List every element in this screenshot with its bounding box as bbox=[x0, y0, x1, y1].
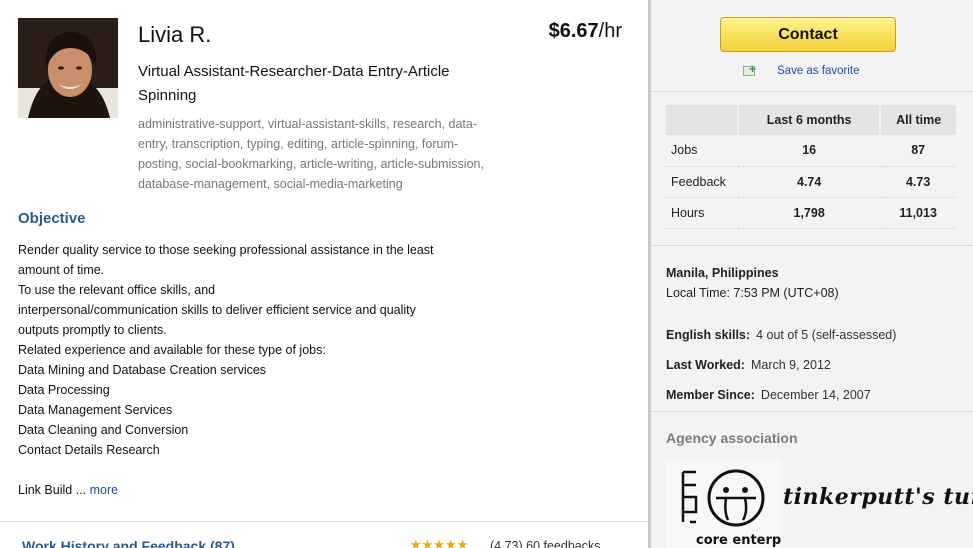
objective-line: Data Cleaning and Conversion bbox=[18, 423, 189, 437]
table-row: Feedback 4.74 4.73 bbox=[666, 166, 956, 198]
save-favorite-label[interactable]: Save as favorite bbox=[777, 65, 859, 77]
table-row: Hours 1,798 11,013 bbox=[666, 197, 956, 229]
sidebar-divider bbox=[651, 411, 973, 412]
contact-button[interactable]: Contact bbox=[720, 17, 896, 52]
objective-line: amount of time. bbox=[18, 263, 105, 277]
add-favorite-icon: + bbox=[743, 63, 759, 78]
objective-line: Data Mining and Database Creation servic… bbox=[18, 363, 267, 377]
stats-row-label: Jobs bbox=[666, 135, 738, 167]
objective-line: outputs promptly to clients. bbox=[18, 323, 167, 337]
english-skills-label: English skills: bbox=[666, 328, 751, 342]
skills-list: administrative-support, virtual-assistan… bbox=[138, 117, 484, 191]
agency-name[interactable]: tinkerputt's turf bbox=[783, 484, 973, 510]
objective-line: interpersonal/communication skills to de… bbox=[18, 303, 416, 317]
table-row: Jobs 16 87 bbox=[666, 135, 956, 167]
profile-photo-image bbox=[18, 18, 118, 118]
sidebar-divider bbox=[651, 245, 973, 246]
hourly-rate-amount: $6.67 bbox=[548, 20, 599, 42]
profile-headline: Virtual Assistant-Researcher-Data Entry-… bbox=[138, 63, 450, 104]
objective-text: Render quality service to those seeking … bbox=[18, 240, 468, 460]
local-time: Local Time: 7:53 PM (UTC+08) bbox=[666, 286, 839, 300]
stats-last6-value: 4.74 bbox=[738, 166, 881, 198]
english-skills-row: English skills: 4 out of 5 (self-assessed… bbox=[666, 328, 896, 342]
last-worked-value: March 9, 2012 bbox=[750, 358, 831, 372]
objective-line: Data Management Services bbox=[18, 403, 173, 417]
agency-heading: Agency association bbox=[666, 430, 798, 446]
save-favorite-link[interactable]: + Save as favorite bbox=[743, 63, 859, 78]
objective-line: To use the relevant office skills, and bbox=[18, 283, 216, 297]
work-history-link[interactable]: Work History and Feedback (87) bbox=[22, 538, 235, 548]
objective-heading: Objective bbox=[18, 210, 86, 227]
profile-photo bbox=[18, 18, 118, 118]
stats-header-last6: Last 6 months bbox=[738, 105, 882, 135]
last-worked-label: Last Worked: bbox=[666, 358, 745, 372]
agency-logo[interactable]: core enterprises bbox=[666, 460, 817, 548]
work-stats-table: Last 6 months All time Jobs 16 87 Feedba… bbox=[666, 105, 956, 229]
stats-alltime-value: 4.73 bbox=[880, 166, 956, 198]
stats-row-label: Hours bbox=[666, 197, 738, 229]
member-since-row: Member Since: December 14, 2007 bbox=[666, 388, 871, 402]
objective-line: Data Processing bbox=[18, 383, 110, 397]
location-city: Manila, Philippines bbox=[666, 266, 779, 280]
agency-logo-text: core enterprises bbox=[696, 533, 781, 548]
agency-logo-image: core enterprises bbox=[666, 460, 817, 548]
stats-alltime-value: 87 bbox=[880, 135, 956, 167]
profile-sidebar: Contact + Save as favorite Last 6 months… bbox=[651, 0, 973, 548]
last-worked-row: Last Worked: March 9, 2012 bbox=[666, 358, 831, 372]
objective-truncated: Link Build ... more bbox=[18, 480, 118, 500]
objective-line: Contact Details Research bbox=[18, 443, 160, 457]
member-since-label: Member Since: bbox=[666, 388, 755, 402]
freelancer-name: Livia R. bbox=[138, 22, 212, 47]
section-divider bbox=[0, 521, 648, 522]
stats-alltime-value: 11,013 bbox=[880, 197, 956, 229]
link-build-text: Link Build ... bbox=[18, 483, 87, 497]
member-since-value: December 14, 2007 bbox=[760, 388, 871, 402]
stats-last6-value: 1,798 bbox=[738, 197, 881, 229]
rating-stars-icon: ★★★★★ bbox=[410, 538, 469, 548]
objective-line: Related experience and available for the… bbox=[18, 343, 326, 357]
objective-line: Render quality service to those seeking … bbox=[18, 243, 434, 257]
feedback-summary: (4.73) 60 feedbacks bbox=[490, 539, 601, 548]
stats-header-row: Last 6 months All time bbox=[666, 105, 956, 135]
english-skills-value: 4 out of 5 (self-assessed) bbox=[756, 328, 897, 342]
hourly-rate-unit: /hr bbox=[598, 20, 622, 42]
stats-row-label: Feedback bbox=[666, 166, 738, 198]
stats-header-blank bbox=[666, 105, 739, 135]
hourly-rate: $6.67/hr bbox=[549, 20, 622, 43]
stats-last6-value: 16 bbox=[738, 135, 881, 167]
profile-main: Livia R. $6.67/hr Virtual Assistant-Rese… bbox=[0, 0, 648, 548]
location-block: Manila, Philippines Local Time: 7:53 PM … bbox=[666, 263, 839, 303]
stats-header-alltime: All time bbox=[880, 105, 956, 135]
more-link[interactable]: more bbox=[90, 483, 118, 497]
sidebar-divider bbox=[651, 91, 973, 92]
